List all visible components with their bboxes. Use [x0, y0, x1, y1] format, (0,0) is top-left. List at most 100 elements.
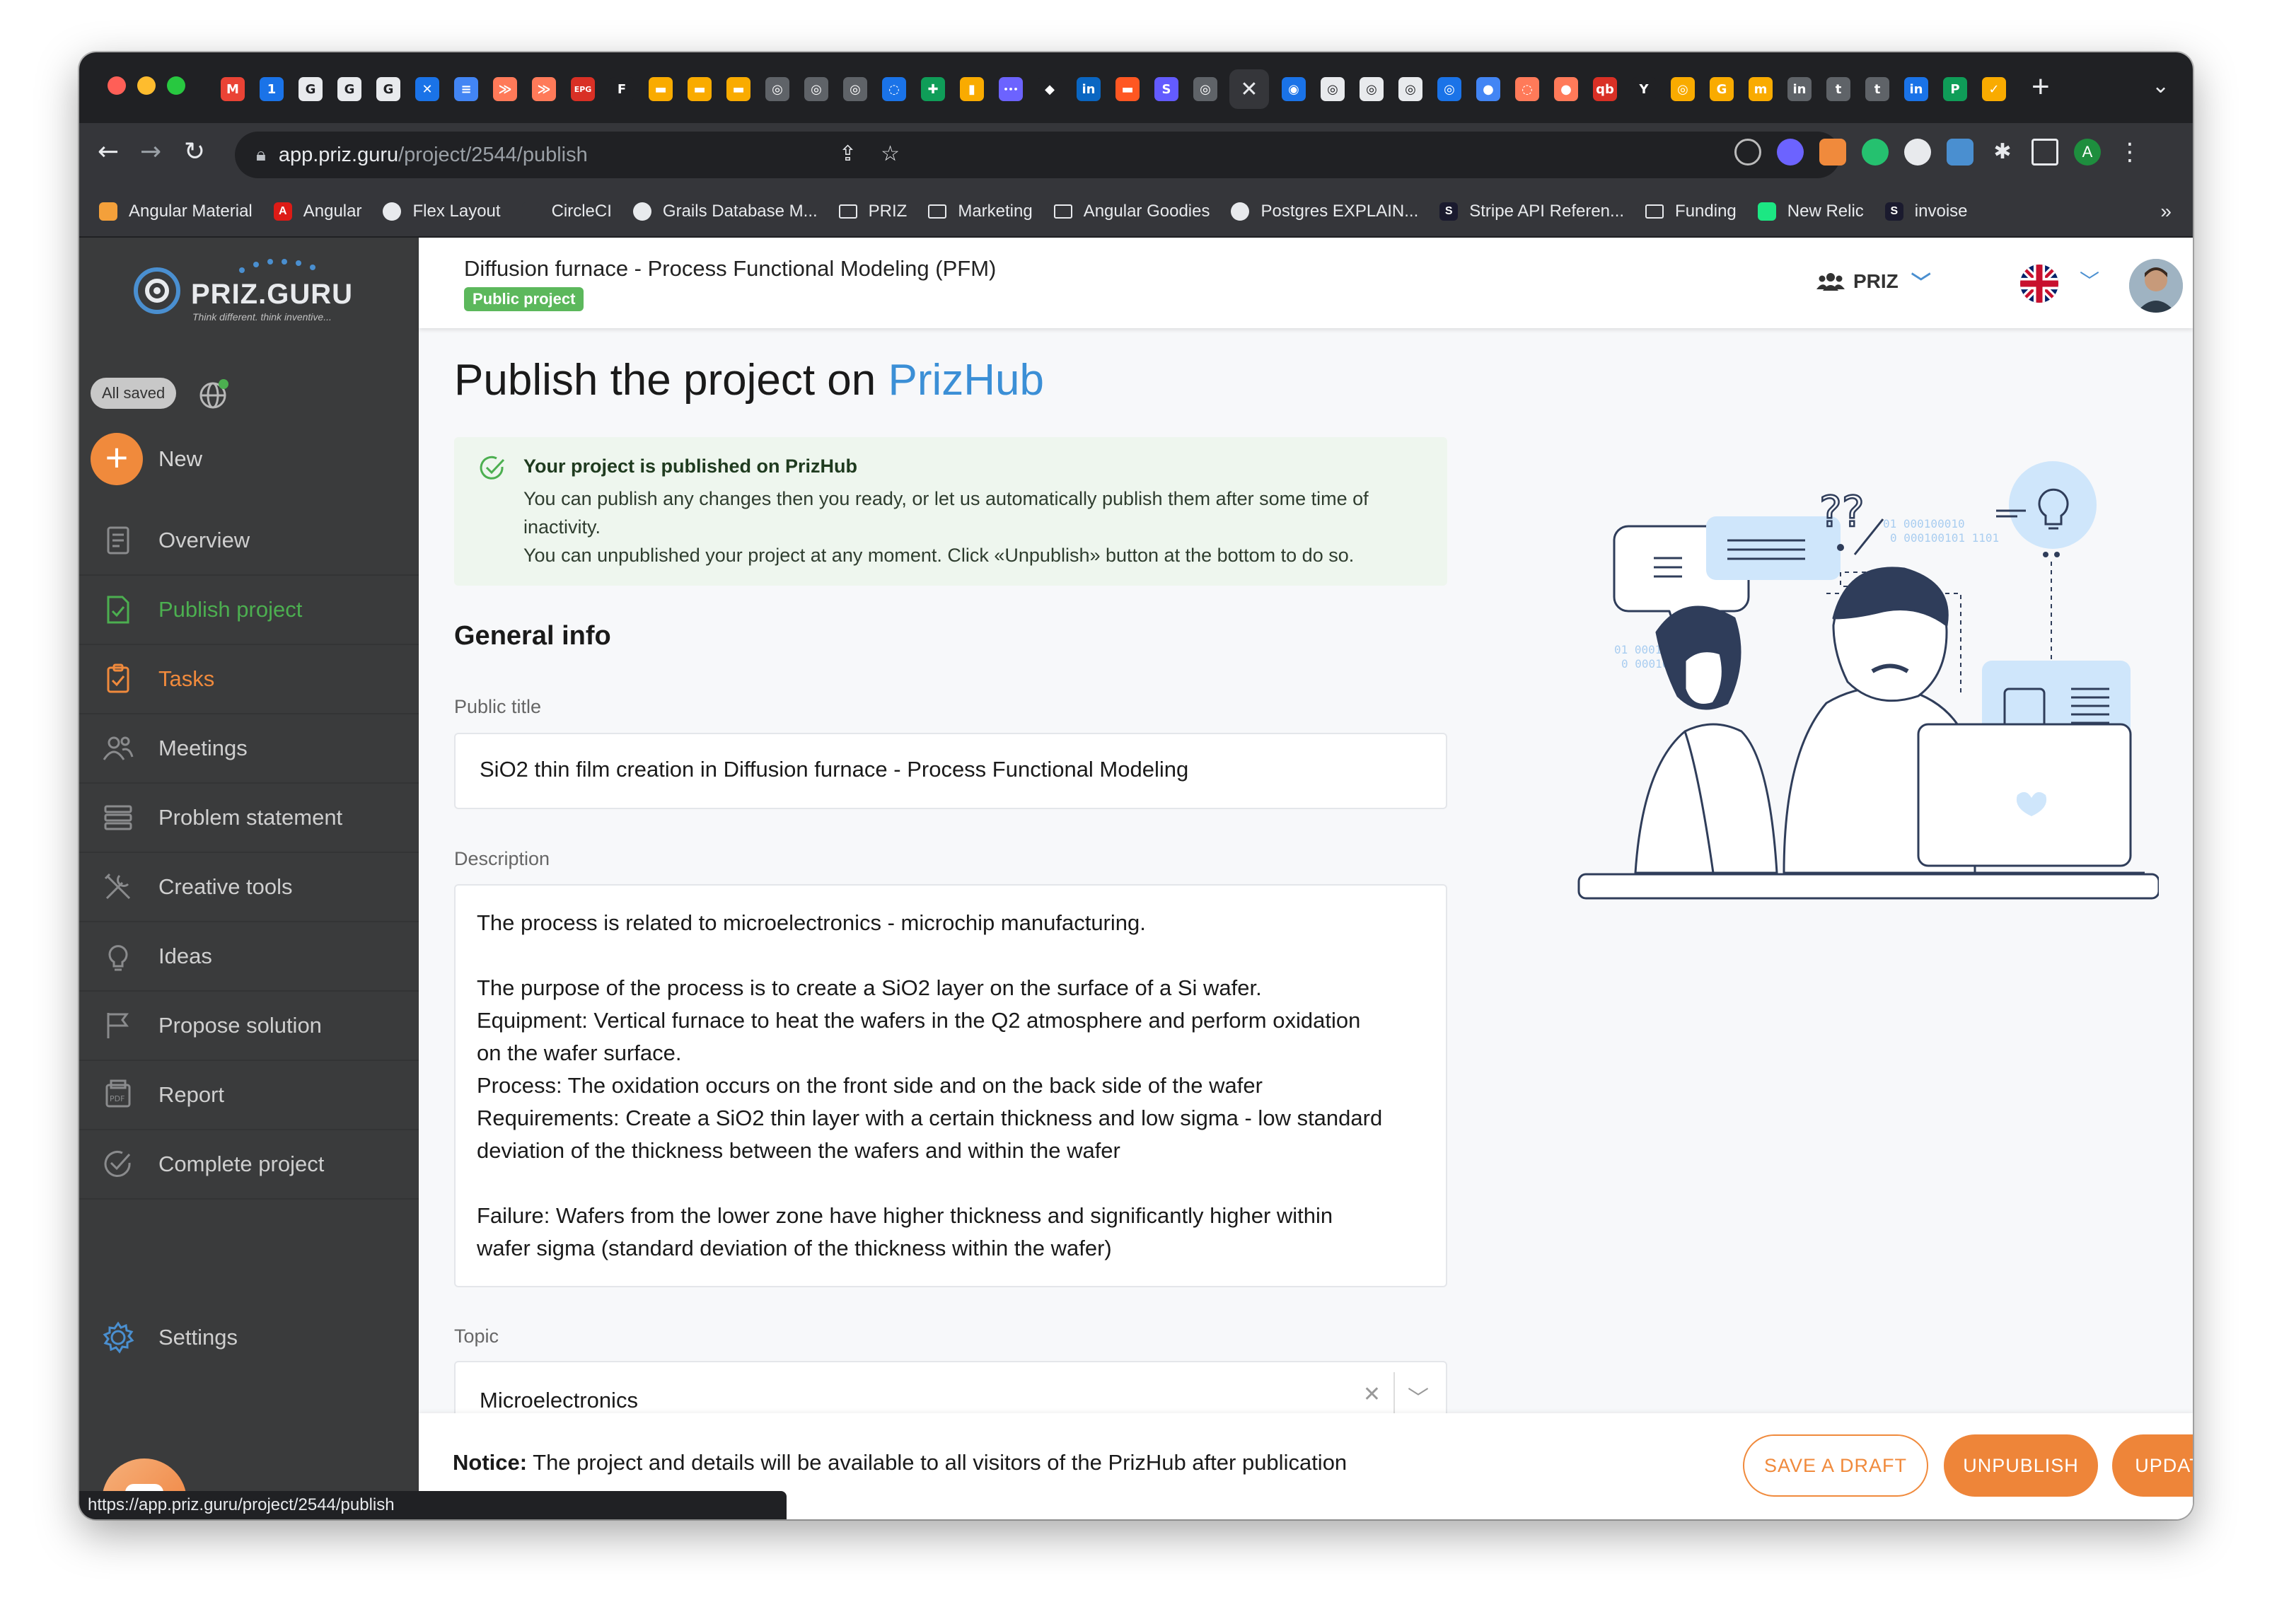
sidebar-item-publish-project[interactable]: Publish project: [79, 576, 419, 645]
more-bookmarks-icon[interactable]: »: [2160, 200, 2172, 223]
reload-icon[interactable]: ↻: [184, 137, 205, 166]
tab-favicon[interactable]: ◎: [1360, 77, 1384, 101]
tab-favicon[interactable]: ◎: [1671, 77, 1695, 101]
tab-favicon[interactable]: G: [337, 77, 361, 101]
new-button[interactable]: + New: [91, 433, 202, 485]
tab-favicon[interactable]: ●: [1554, 77, 1578, 101]
tab-favicon[interactable]: ◎: [1193, 77, 1217, 101]
tab-favicon[interactable]: ◎: [1398, 77, 1422, 101]
tab-favicon[interactable]: ◎: [1437, 77, 1461, 101]
tab-favicon[interactable]: G: [299, 77, 323, 101]
tab-favicon[interactable]: ◌: [882, 77, 906, 101]
tab-favicon[interactable]: F: [610, 77, 634, 101]
menu-kebab-icon[interactable]: ⋮: [2116, 139, 2143, 166]
sidebar-item-overview[interactable]: Overview: [79, 506, 419, 576]
bookmark-item[interactable]: Funding: [1645, 202, 1737, 221]
tab-favicon[interactable]: G: [376, 77, 400, 101]
active-tab-close-icon[interactable]: ✕: [1229, 69, 1269, 109]
bookmark-item[interactable]: A Angular: [273, 202, 361, 221]
tab-favicon[interactable]: P: [1943, 77, 1967, 101]
tab-favicon[interactable]: ≫: [493, 77, 517, 101]
uk-flag-icon[interactable]: [2020, 265, 2058, 303]
tab-favicon[interactable]: ▬: [1115, 77, 1140, 101]
bookmark-item[interactable]: New Relic: [1757, 202, 1864, 221]
tab-favicon[interactable]: m: [1749, 77, 1773, 101]
back-arrow-icon[interactable]: ←: [98, 137, 119, 166]
bookmark-item[interactable]: Angular Goodies: [1053, 202, 1210, 221]
tab-favicon[interactable]: qb: [1593, 77, 1617, 101]
save-draft-button[interactable]: SAVE A DRAFT: [1743, 1434, 1928, 1497]
address-bar[interactable]: 🔒︎ app.priz.guru /project/2544/publish ⇪…: [235, 132, 1841, 178]
tab-favicon[interactable]: M: [221, 77, 245, 101]
tab-favicon[interactable]: ≡: [454, 77, 478, 101]
maximize-window-button[interactable]: [167, 76, 185, 95]
bookmark-item[interactable]: S Stripe API Referen...: [1439, 202, 1624, 221]
forward-arrow-icon[interactable]: →: [140, 137, 161, 166]
tab-search-chevron-icon[interactable]: ⌄: [2152, 74, 2169, 98]
tab-favicon[interactable]: t: [1865, 77, 1889, 101]
tab-favicon[interactable]: 1: [260, 77, 284, 101]
tab-favicon[interactable]: ◎: [765, 77, 789, 101]
bookmark-star-icon[interactable]: ☆: [881, 141, 900, 166]
profile-avatar[interactable]: A: [2074, 139, 2101, 166]
side-panel-icon[interactable]: [2032, 139, 2058, 166]
tab-favicon[interactable]: Y: [1632, 77, 1656, 101]
tab-favicon[interactable]: G: [1710, 77, 1734, 101]
bookmark-item[interactable]: Grails Database M...: [632, 202, 818, 221]
tab-favicon[interactable]: ▮: [960, 77, 984, 101]
tab-favicon[interactable]: ✓: [1982, 77, 2006, 101]
team-selector[interactable]: PRIZ ﹀: [1816, 267, 1931, 296]
tab-favicon[interactable]: ◆: [1038, 77, 1062, 101]
extension-icon[interactable]: [1819, 139, 1846, 166]
bookmark-item[interactable]: Flex Layout: [383, 202, 501, 221]
tab-favicon[interactable]: ●: [1476, 77, 1500, 101]
clear-icon[interactable]: ✕: [1363, 1382, 1381, 1407]
extension-icon[interactable]: [1777, 139, 1804, 166]
language-chevron-icon[interactable]: ﹀: [2080, 266, 2099, 294]
tab-favicon[interactable]: ✚: [921, 77, 945, 101]
bookmark-item[interactable]: Postgres EXPLAIN...: [1231, 202, 1418, 221]
sidebar-item-complete-project[interactable]: Complete project: [79, 1130, 419, 1200]
tab-favicon[interactable]: t: [1826, 77, 1850, 101]
tab-favicon[interactable]: ▬: [688, 77, 712, 101]
sidebar-item-tasks[interactable]: Tasks: [79, 645, 419, 714]
puzzle-icon[interactable]: ✱: [1989, 139, 2016, 166]
sidebar-item-report[interactable]: PDF Report: [79, 1061, 419, 1130]
tab-favicon[interactable]: ▬: [726, 77, 750, 101]
tab-favicon[interactable]: ▬: [649, 77, 673, 101]
tab-favicon[interactable]: ✕: [415, 77, 439, 101]
sidebar-item-meetings[interactable]: Meetings: [79, 714, 419, 784]
sidebar-item-settings[interactable]: Settings: [99, 1318, 238, 1357]
close-window-button[interactable]: [108, 76, 126, 95]
tab-favicon[interactable]: in: [1787, 77, 1812, 101]
tab-favicon[interactable]: EPG: [571, 77, 595, 101]
tab-favicon[interactable]: ◎: [843, 77, 867, 101]
update-button[interactable]: UPDATE: [2112, 1434, 2193, 1497]
bookmark-item[interactable]: CircleCI: [521, 202, 612, 221]
public-title-input[interactable]: SiO2 thin film creation in Diffusion fur…: [454, 733, 1447, 809]
tab-favicon[interactable]: ◎: [804, 77, 828, 101]
bookmark-item[interactable]: Sinvoise: [1884, 202, 1968, 221]
priz-logo[interactable]: PRIZ.GURU Think different. think inventi…: [129, 252, 369, 330]
unpublish-button[interactable]: UNPUBLISH: [1944, 1434, 2098, 1497]
sidebar-item-problem-statement[interactable]: Problem statement: [79, 784, 419, 853]
new-tab-button[interactable]: +: [2032, 69, 2050, 105]
bookmark-item[interactable]: PRIZ: [838, 202, 907, 221]
tab-favicon[interactable]: in: [1904, 77, 1928, 101]
extension-icon[interactable]: [1734, 139, 1761, 166]
tab-favicon[interactable]: ◎: [1321, 77, 1345, 101]
bookmark-item[interactable]: Angular Material: [99, 202, 253, 221]
prizhub-link[interactable]: PrizHub: [888, 356, 1045, 405]
tab-favicon[interactable]: •••: [999, 77, 1023, 101]
tab-favicon[interactable]: ≫: [532, 77, 556, 101]
extension-icon[interactable]: [1904, 139, 1931, 166]
sidebar-item-propose-solution[interactable]: Propose solution: [79, 992, 419, 1061]
extension-icon[interactable]: [1862, 139, 1889, 166]
tab-favicon[interactable]: in: [1077, 77, 1101, 101]
chevron-down-icon[interactable]: ﹀: [1408, 1381, 1429, 1412]
bookmark-item[interactable]: Marketing: [928, 202, 1033, 221]
tab-favicon[interactable]: S: [1154, 77, 1178, 101]
share-icon[interactable]: ⇪: [839, 141, 857, 166]
minimize-window-button[interactable]: [137, 76, 156, 95]
translate-icon[interactable]: [1947, 139, 1973, 166]
